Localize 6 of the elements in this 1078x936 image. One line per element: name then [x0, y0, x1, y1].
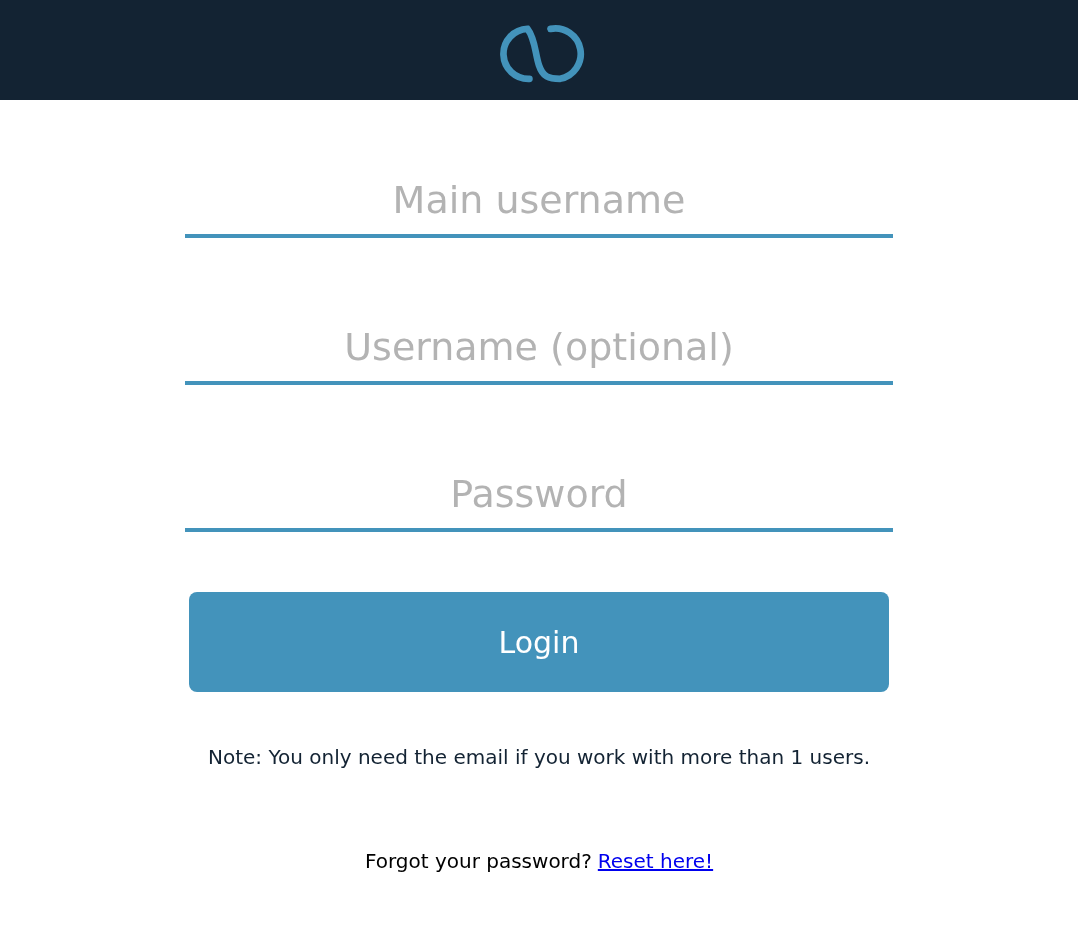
note-text: Note: You only need the email if you work with more than 1 users.: [208, 744, 870, 771]
input-field[interactable]: Main username: [185, 166, 893, 238]
input-field[interactable]: Username (optional): [185, 313, 893, 385]
reset-link[interactable]: Reset here!: [597, 846, 714, 876]
input-field[interactable]: Password: [185, 460, 893, 532]
forgot-password-text: Forgot your password?: [364, 848, 592, 875]
